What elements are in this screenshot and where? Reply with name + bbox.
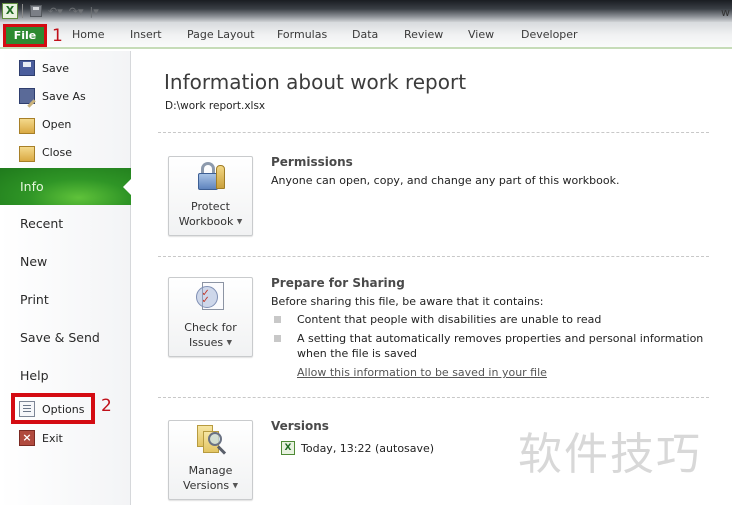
save-icon <box>19 60 35 76</box>
save-command[interactable]: Save <box>19 58 69 78</box>
divider <box>158 397 709 398</box>
sidebar-item-help[interactable]: Help <box>20 368 49 383</box>
undo-icon[interactable]: ↶▾ <box>48 5 63 18</box>
permissions-title: Permissions <box>271 155 353 169</box>
dropdown-arrow-icon: ▼ <box>232 481 239 489</box>
options-command[interactable]: Options <box>19 399 84 419</box>
version-item[interactable]: X Today, 13:22 (autosave) <box>281 441 434 455</box>
sharing-intro: Before sharing this file, be aware that … <box>271 295 544 308</box>
title-bar: X ↶▾ ↷▾ |▾ w <box>0 0 732 22</box>
allow-info-saved-link[interactable]: Allow this information to be saved in yo… <box>297 366 547 379</box>
exit-label: Exit <box>42 431 63 445</box>
check-for-issues-button[interactable]: ✓ ✓ Check for Issues ▼ <box>168 277 253 357</box>
ribbon-tabs: File 1 Home Insert Page Layout Formulas … <box>0 22 732 49</box>
tab-formulas[interactable]: Formulas <box>277 28 327 41</box>
save-label: Save <box>42 61 70 75</box>
open-label: Open <box>42 117 72 131</box>
bullet-icon <box>274 316 281 323</box>
tab-data[interactable]: Data <box>352 28 378 41</box>
customize-qat-icon[interactable]: |▾ <box>90 5 99 18</box>
manage-versions-label: Manage Versions ▼ <box>182 463 239 492</box>
sharing-bullet: Content that people with disabilities ar… <box>297 313 602 326</box>
tab-developer[interactable]: Developer <box>521 28 578 41</box>
excel-icon[interactable]: X <box>2 3 18 19</box>
watermark-text: 软件技巧 <box>518 429 702 480</box>
exit-icon: × <box>19 430 35 446</box>
close-label: Close <box>42 145 72 159</box>
page-title: Information about work report <box>164 70 467 94</box>
save-icon[interactable] <box>30 5 42 17</box>
bullet-icon <box>274 335 281 342</box>
save-as-icon <box>19 88 35 104</box>
protect-workbook-button[interactable]: Protect Workbook ▼ <box>168 156 253 236</box>
check-for-issues-label: Check for Issues ▼ <box>184 320 237 349</box>
redo-icon[interactable]: ↷▾ <box>69 5 84 18</box>
tab-view[interactable]: View <box>468 28 494 41</box>
inspect-document-icon: ✓ ✓ <box>194 280 228 314</box>
backstage-sidebar: Save Save As Open Close Info Recent New … <box>0 51 131 505</box>
qat-separator <box>22 4 23 18</box>
manage-versions-icon <box>194 423 228 457</box>
quick-access-toolbar: X ↶▾ ↷▾ |▾ <box>0 0 102 22</box>
dropdown-arrow-icon: ▼ <box>236 217 243 225</box>
manage-versions-button[interactable]: Manage Versions ▼ <box>168 420 253 500</box>
permissions-text: Anyone can open, copy, and change any pa… <box>271 174 620 187</box>
dropdown-arrow-icon: ▼ <box>226 338 233 346</box>
open-folder-icon <box>19 118 35 134</box>
tab-home[interactable]: Home <box>72 28 104 41</box>
file-path: D:\work report.xlsx <box>165 100 266 112</box>
save-as-command[interactable]: Save As <box>19 86 86 106</box>
sidebar-item-new[interactable]: New <box>20 254 47 269</box>
tab-file[interactable]: File <box>3 24 47 47</box>
annotation-step-1: 1 <box>52 26 63 46</box>
divider <box>158 132 709 133</box>
tab-review[interactable]: Review <box>404 28 443 41</box>
sharing-title: Prepare for Sharing <box>271 276 405 290</box>
sidebar-item-print[interactable]: Print <box>20 292 49 307</box>
save-as-label: Save As <box>42 89 86 103</box>
divider <box>158 256 709 257</box>
sidebar-item-recent[interactable]: Recent <box>20 216 63 231</box>
sharing-bullet-cont: when the file is saved <box>297 347 418 360</box>
annotation-step-2: 2 <box>101 396 112 416</box>
close-folder-icon <box>19 146 35 162</box>
versions-title: Versions <box>271 419 329 433</box>
sharing-bullet: A setting that automatically removes pro… <box>297 332 704 345</box>
protect-workbook-label: Protect Workbook ▼ <box>178 199 243 228</box>
open-command[interactable]: Open <box>19 114 71 134</box>
options-icon <box>19 401 35 417</box>
sidebar-item-save-send[interactable]: Save & Send <box>20 330 100 345</box>
close-command[interactable]: Close <box>19 142 72 162</box>
lock-key-icon <box>194 159 228 193</box>
options-label: Options <box>42 402 85 416</box>
version-label: Today, 13:22 (autosave) <box>301 441 435 455</box>
tab-insert[interactable]: Insert <box>130 28 162 41</box>
exit-command[interactable]: × Exit <box>19 428 63 448</box>
tab-page-layout[interactable]: Page Layout <box>187 28 255 41</box>
window-title: w <box>721 6 730 19</box>
sidebar-item-info[interactable]: Info <box>0 168 131 205</box>
excel-file-icon: X <box>281 441 295 455</box>
